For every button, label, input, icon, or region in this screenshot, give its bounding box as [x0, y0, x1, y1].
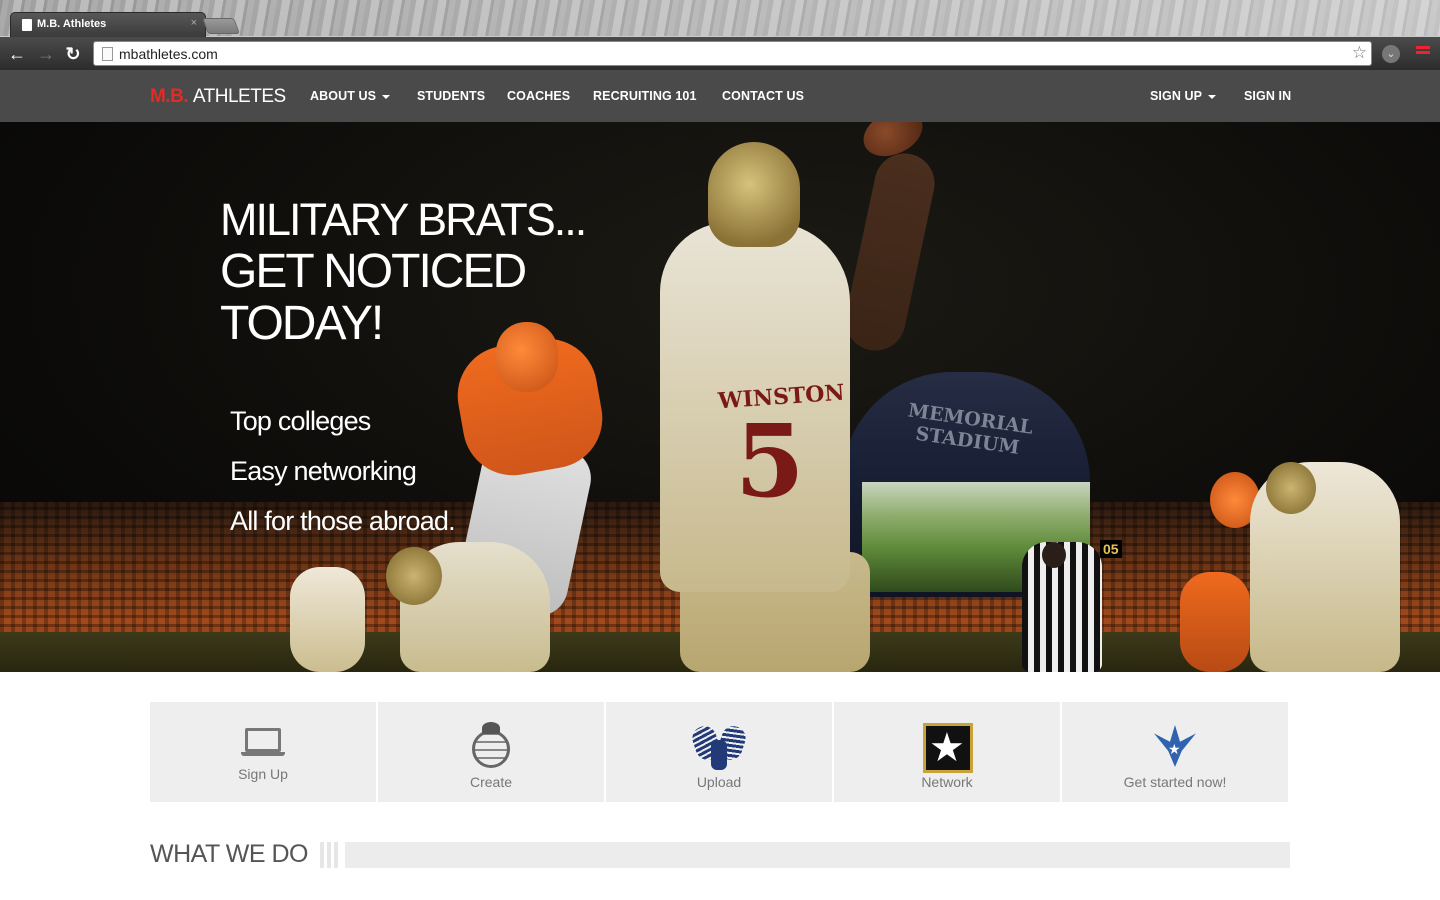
headline-line-1: MILITARY BRATS...: [220, 194, 587, 245]
card-label: Network: [921, 774, 973, 790]
player-right-orange: [1180, 572, 1250, 672]
card-create[interactable]: Create: [378, 702, 604, 802]
card-label: Upload: [696, 774, 742, 790]
nav-sign-up[interactable]: SIGN UP: [1150, 89, 1217, 103]
player-right-white-helmet: [1266, 462, 1316, 514]
browser-toolbar: ← → ↻ mbathletes.com ☆ ⌄: [0, 37, 1440, 70]
back-icon[interactable]: ←: [6, 43, 28, 65]
card-label: Create: [469, 774, 513, 790]
caret-down-icon: [1208, 94, 1217, 99]
new-tab-button[interactable]: [202, 18, 240, 34]
address-bar[interactable]: mbathletes.com ☆: [93, 41, 1372, 66]
nav-sign-up-label: SIGN UP: [1150, 89, 1203, 103]
army-star-icon: ★: [923, 723, 973, 773]
player-sideline: [290, 567, 365, 672]
hero-headline: MILITARY BRATS... GET NOTICED TODAY!: [220, 194, 587, 350]
caret-down-icon: [382, 94, 391, 99]
navy-eagle-icon: [689, 720, 749, 772]
nav-students[interactable]: STUDENTS: [417, 89, 485, 103]
headline-line-2: GET NOTICED: [220, 245, 527, 298]
browser-chrome: M.B. Athletes × ← → ↻ mbathletes.com ☆ ⌄: [0, 0, 1440, 70]
laptop-icon: [241, 728, 285, 758]
section-divider-bars: [320, 842, 338, 868]
site-navbar: M.B. ATHLETES ABOUT US STUDENTS COACHES …: [0, 70, 1440, 122]
card-get-started[interactable]: ★ Get started now!: [1062, 702, 1288, 802]
section-divider: [345, 842, 1290, 868]
bookmark-star-icon[interactable]: ☆: [1352, 43, 1367, 63]
card-sign-up[interactable]: Sign Up: [150, 702, 376, 802]
hero-banner: MEMORIAL STADIUM 05 05 WINSTON 5 MILITAR…: [0, 122, 1440, 672]
nav-contact-us[interactable]: CONTACT US: [722, 89, 804, 103]
card-label: Sign Up: [238, 766, 288, 782]
score-right: 05: [1100, 540, 1122, 558]
air-force-icon: ★: [1150, 723, 1200, 775]
feature-cards: Sign Up Create Upload ★ Network ★ Get st…: [150, 702, 1289, 802]
card-network[interactable]: ★ Network: [834, 702, 1060, 802]
extension-icon[interactable]: ⌄: [1382, 45, 1400, 63]
forward-icon[interactable]: →: [35, 43, 57, 65]
browser-menu-icon[interactable]: [1416, 46, 1430, 60]
nav-about-us[interactable]: ABOUT US: [310, 89, 391, 103]
browser-tab[interactable]: M.B. Athletes ×: [10, 12, 206, 38]
tagline-2: Easy networking: [230, 456, 417, 486]
nav-recruiting-101[interactable]: RECRUITING 101: [593, 89, 697, 103]
reload-icon[interactable]: ↻: [62, 43, 84, 65]
nav-coaches[interactable]: COACHES: [507, 89, 570, 103]
url-text[interactable]: mbathletes.com: [119, 46, 218, 62]
tab-title: M.B. Athletes: [37, 18, 107, 30]
nav-about-us-label: ABOUT US: [310, 89, 377, 103]
card-upload[interactable]: Upload: [606, 702, 832, 802]
referee-head: [1042, 542, 1066, 568]
jersey-number: 5: [735, 402, 805, 520]
player-quarterback-helmet: [708, 142, 800, 247]
marine-emblem-icon: [466, 722, 516, 774]
headline-line-3: TODAY!: [220, 297, 384, 350]
section-title: WHAT WE DO: [150, 840, 308, 868]
nav-sign-in[interactable]: SIGN IN: [1244, 89, 1291, 103]
player-lineman-helmet: [386, 547, 442, 605]
tagline-1: Top colleges: [230, 406, 371, 436]
card-label: Get started now!: [1123, 774, 1227, 790]
tagline-3: All for those abroad.: [230, 506, 456, 536]
brand-mb: M.B.: [150, 86, 189, 107]
stadium-sign: MEMORIAL STADIUM: [906, 399, 1035, 460]
tab-close-icon[interactable]: ×: [191, 17, 197, 29]
brand-athletes: ATHLETES: [192, 86, 286, 107]
brand-logo[interactable]: M.B. ATHLETES: [150, 86, 286, 108]
player-quarterback-arm: [839, 147, 941, 357]
page-favicon-icon: [22, 19, 32, 31]
page-icon: [102, 47, 113, 61]
